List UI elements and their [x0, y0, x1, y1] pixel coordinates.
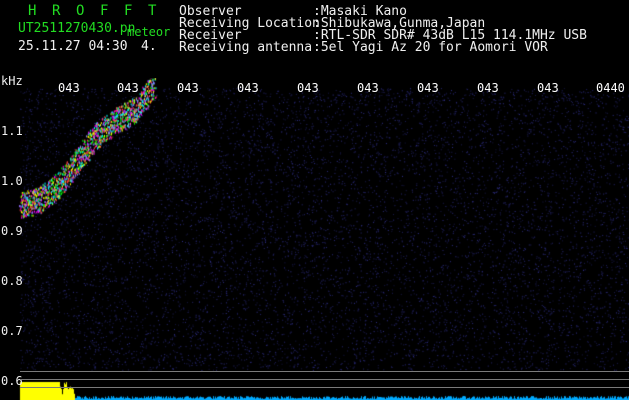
spectrogram-plot	[0, 78, 629, 400]
separator-line	[20, 379, 629, 380]
x-tick: 043	[417, 81, 439, 95]
x-tick: 043	[357, 81, 379, 95]
y-unit-label: kHz	[1, 74, 23, 88]
antenna-value: :5el Yagi Az 20 for Aomori VOR	[313, 40, 548, 55]
x-tick: 043	[537, 81, 559, 95]
x-tick: 043	[237, 81, 259, 95]
x-tick: 043	[58, 81, 80, 95]
x-tick: 043	[477, 81, 499, 95]
y-tick: 0.6	[1, 374, 23, 388]
station-letter: R	[52, 3, 61, 19]
y-tick: 1.0	[1, 174, 23, 188]
station-letter: F	[100, 3, 109, 19]
x-tick: 043	[177, 81, 199, 95]
event-count: 4.	[141, 39, 157, 54]
antenna-label: Receiving antenna	[179, 40, 313, 55]
y-tick: 0.7	[1, 324, 23, 338]
y-tick: 0.8	[1, 274, 23, 288]
station-letter: T	[148, 3, 157, 19]
file-name: UT2511270430.pn	[18, 21, 136, 36]
x-tick: 043	[117, 81, 139, 95]
station-letter: F	[124, 3, 133, 19]
x-tick: 043	[297, 81, 319, 95]
station-letter: O	[76, 3, 85, 19]
date-time: 25.11.27 04:30	[18, 39, 128, 54]
file-suffix: meteor	[127, 25, 171, 39]
y-tick: 0.9	[1, 224, 23, 238]
station-letter: H	[28, 3, 37, 19]
separator-line	[20, 371, 629, 372]
separator-line	[20, 387, 629, 388]
x-tick: 0440	[596, 81, 625, 95]
y-tick: 1.1	[1, 124, 23, 138]
